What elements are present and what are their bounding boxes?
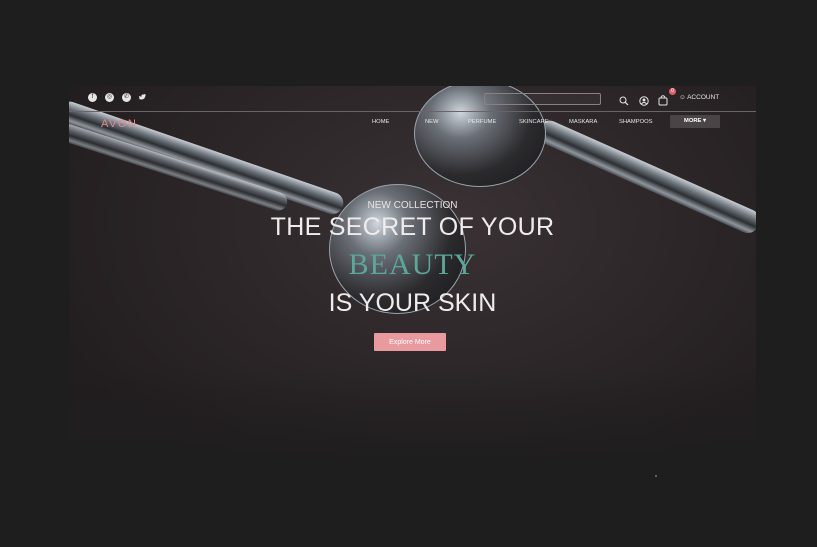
hero-frame: f ◎ ✆ 0 ☺ ACCOUNT AVON HOME NEW PERFUME … <box>69 86 756 476</box>
user-icon[interactable] <box>639 93 649 111</box>
carousel-indicator[interactable] <box>655 475 657 477</box>
account-label: ACCOUNT <box>687 94 720 101</box>
twitter-icon[interactable] <box>139 93 148 102</box>
nav-maskara[interactable]: MASKARA <box>569 119 597 125</box>
hero-highlight-word: BEAUTY <box>348 248 477 281</box>
nav-skincare[interactable]: SKINCARE <box>519 119 549 125</box>
explore-more-button[interactable]: Explore More <box>374 333 446 351</box>
cart-icon[interactable] <box>658 93 668 111</box>
search-icon[interactable] <box>619 93 629 111</box>
account-icon: ☺ <box>679 94 686 101</box>
hero-title-line1: THE SECRET OF YOUR <box>270 213 555 241</box>
search-input[interactable] <box>484 93 601 105</box>
topbar-divider <box>69 111 756 112</box>
instagram-icon[interactable]: ◎ <box>105 93 114 102</box>
hero-title-line2: IS YOUR SKIN <box>328 289 497 317</box>
nav-perfume[interactable]: PERFUME <box>468 119 496 125</box>
nav-shampoos[interactable]: SHAMPOOS <box>619 119 653 125</box>
top-bar: f ◎ ✆ 0 ☺ ACCOUNT <box>69 86 756 112</box>
cart-count-badge: 0 <box>669 88 676 95</box>
facebook-icon[interactable]: f <box>88 93 97 102</box>
account-menu[interactable]: ☺ ACCOUNT <box>679 94 719 101</box>
nav-home[interactable]: HOME <box>372 119 389 125</box>
hero-eyebrow: NEW COLLECTION <box>367 200 458 211</box>
more-menu-button[interactable]: MORE ▾ <box>670 115 720 128</box>
whatsapp-icon[interactable]: ✆ <box>122 93 131 102</box>
brand-logo[interactable]: AVON <box>101 118 137 130</box>
nav-new[interactable]: NEW <box>425 119 439 125</box>
